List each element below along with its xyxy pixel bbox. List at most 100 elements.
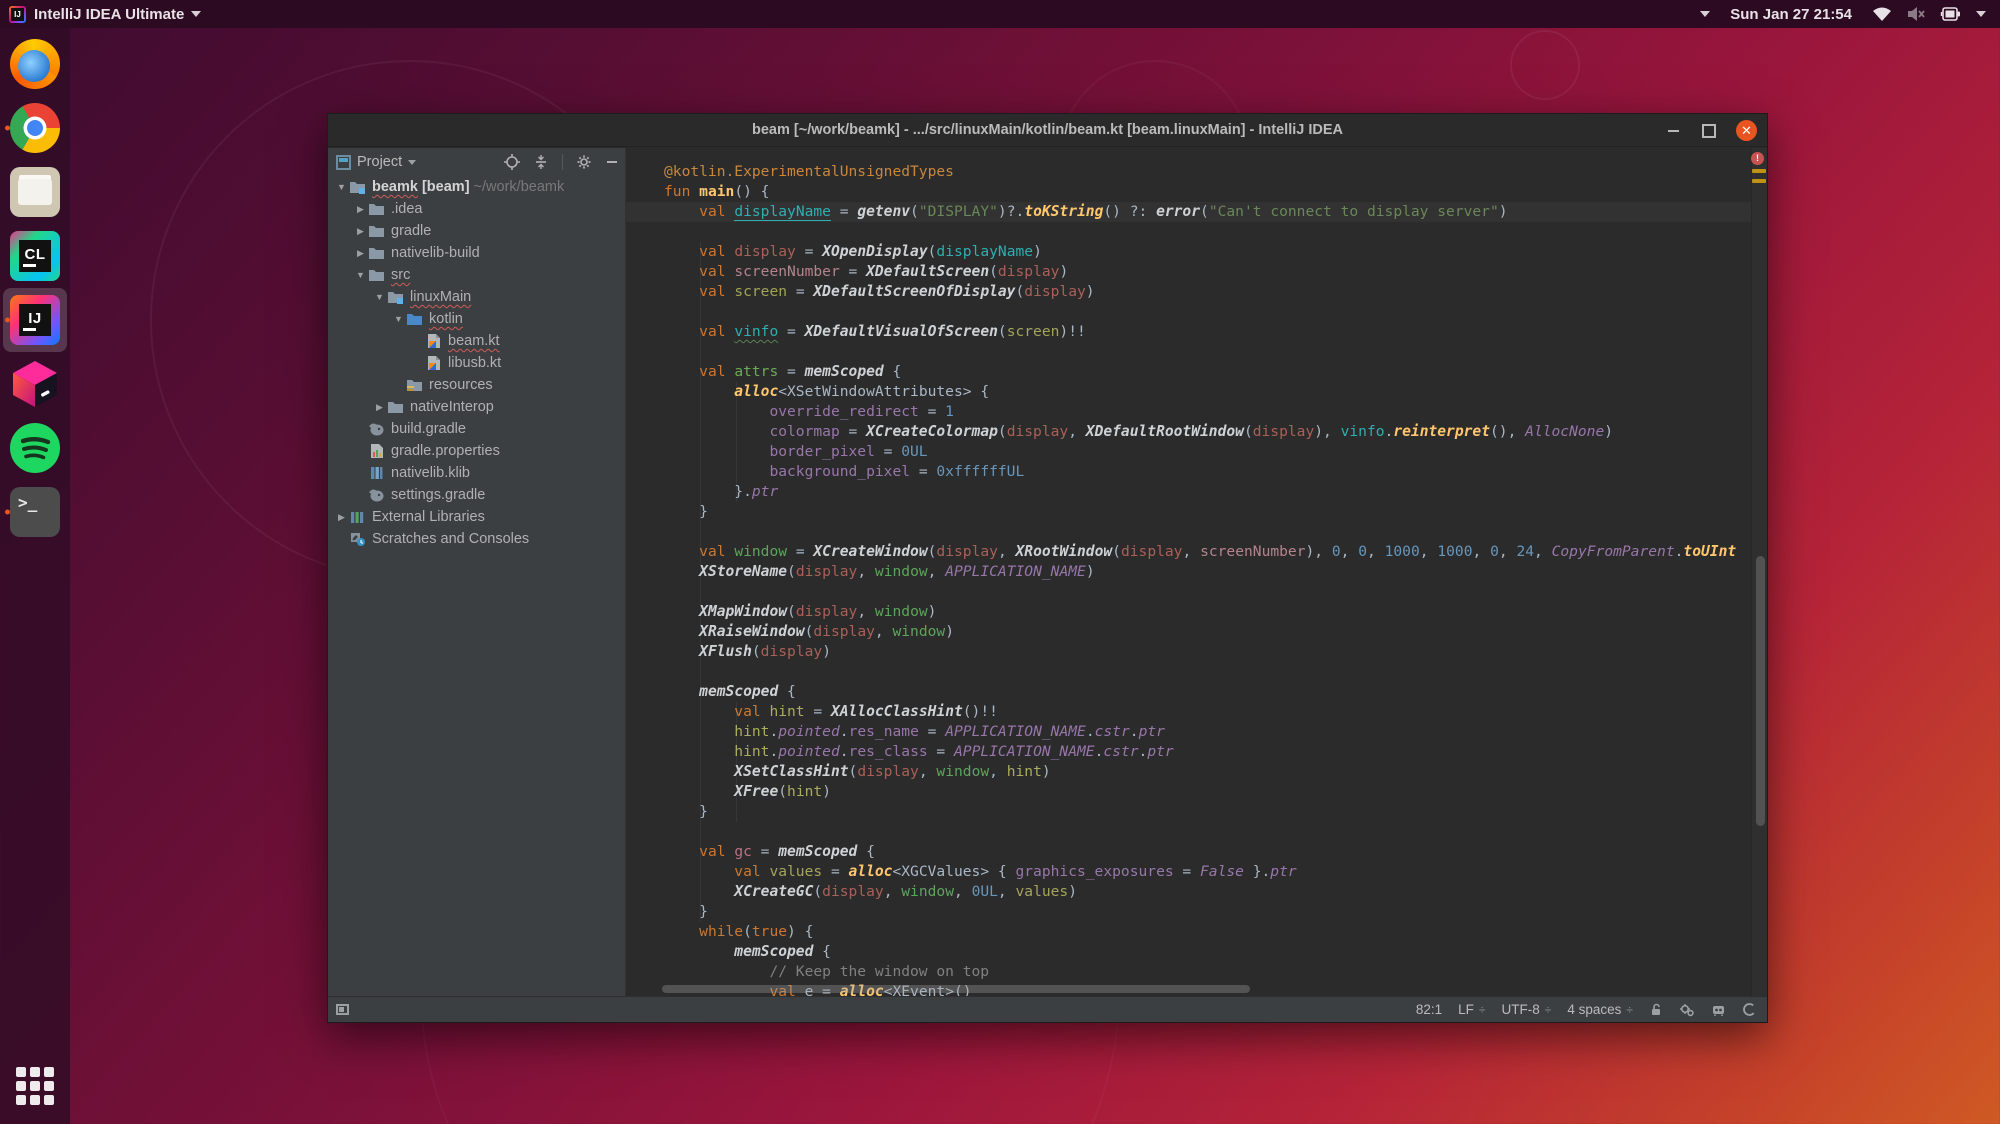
code-line-7[interactable]: val screen = XDefaultScreenOfDisplay(dis… — [626, 282, 1751, 302]
tree-chevron-icon[interactable]: ▶ — [353, 204, 368, 215]
system-clock[interactable]: Sun Jan 27 21:54 — [1730, 6, 1852, 23]
tree-chevron-icon[interactable]: ▼ — [391, 314, 406, 324]
code-line-22[interactable] — [626, 582, 1751, 602]
hide-panel-icon[interactable] — [605, 155, 619, 169]
code-line-36[interactable]: val values = alloc<XGCValues> { graphics… — [626, 862, 1751, 882]
battery-icon[interactable] — [1940, 6, 1962, 22]
tree-item-kotlin[interactable]: ▼ kotlin — [328, 308, 625, 330]
code-line-13[interactable]: override_redirect = 1 — [626, 402, 1751, 422]
code-line-41[interactable]: // Keep the window on top — [626, 962, 1751, 982]
minimize-button[interactable] — [1664, 122, 1682, 140]
maximize-button[interactable] — [1700, 122, 1718, 140]
code-line-4[interactable] — [626, 222, 1751, 242]
code-line-3[interactable]: val displayName = getenv("DISPLAY")?.toK… — [626, 202, 1751, 222]
close-button[interactable]: ✕ — [1736, 120, 1757, 141]
code-line-26[interactable] — [626, 662, 1751, 682]
show-applications-button[interactable] — [3, 1054, 67, 1118]
code-line-32[interactable]: XFree(hint) — [626, 782, 1751, 802]
dock-item-clion[interactable]: CL — [3, 224, 67, 288]
readonly-lock-icon[interactable] — [1649, 1003, 1663, 1017]
code-line-35[interactable]: val gc = memScoped { — [626, 842, 1751, 862]
code-line-38[interactable]: } — [626, 902, 1751, 922]
chevron-down-icon[interactable] — [1976, 11, 1986, 17]
dock-item-terminal[interactable]: >_ — [3, 480, 67, 544]
tree-chevron-icon[interactable]: ▼ — [334, 182, 349, 192]
indent-widget[interactable]: 4 spaces ÷ — [1567, 1002, 1633, 1017]
collapse-all-icon[interactable] — [533, 154, 549, 170]
gradle-sync-gears-icon[interactable] — [1679, 1003, 1695, 1017]
code-line-9[interactable]: val vinfo = XDefaultVisualOfScreen(scree… — [626, 322, 1751, 342]
tree-item-build.gradle[interactable]: build.gradle — [328, 418, 625, 440]
code-line-17[interactable]: }.ptr — [626, 482, 1751, 502]
code-line-27[interactable]: memScoped { — [626, 682, 1751, 702]
code-line-5[interactable]: val display = XOpenDisplay(displayName) — [626, 242, 1751, 262]
code-line-21[interactable]: XStoreName(display, window, APPLICATION_… — [626, 562, 1751, 582]
chevron-down-icon[interactable] — [1700, 11, 1711, 17]
code-line-10[interactable] — [626, 342, 1751, 362]
tree-item-beam.kt[interactable]: beam.kt — [328, 330, 625, 352]
dock-item-jetbrains-toolbox[interactable] — [3, 352, 67, 416]
chevron-down-icon[interactable] — [408, 159, 417, 165]
tree-item-.idea[interactable]: ▶ .idea — [328, 198, 625, 220]
code-line-31[interactable]: XSetClassHint(display, window, hint) — [626, 762, 1751, 782]
dock-item-spotify[interactable] — [3, 416, 67, 480]
tree-item-nativeinterop[interactable]: ▶ nativeInterop — [328, 396, 625, 418]
project-panel-title[interactable]: Project — [357, 154, 402, 170]
tree-item-nativelib-build[interactable]: ▶ nativelib-build — [328, 242, 625, 264]
code-line-25[interactable]: XFlush(display) — [626, 642, 1751, 662]
warning-stripe-mark[interactable] — [1752, 169, 1766, 173]
settings-gear-icon[interactable] — [576, 154, 592, 170]
code-line-23[interactable]: XMapWindow(display, window) — [626, 602, 1751, 622]
code-line-24[interactable]: XRaiseWindow(display, window) — [626, 622, 1751, 642]
code-line-33[interactable]: } — [626, 802, 1751, 822]
line-separator-widget[interactable]: LF ÷ — [1458, 1002, 1485, 1017]
window-titlebar[interactable]: beam [~/work/beamk] - .../src/linuxMain/… — [328, 114, 1767, 147]
code-line-40[interactable]: memScoped { — [626, 942, 1751, 962]
code-line-30[interactable]: hint.pointed.res_class = APPLICATION_NAM… — [626, 742, 1751, 762]
tree-chevron-icon[interactable]: ▼ — [372, 292, 387, 302]
notifications-icon[interactable] — [1742, 1002, 1757, 1017]
code-line-15[interactable]: border_pixel = 0UL — [626, 442, 1751, 462]
tree-item-gradle.properties[interactable]: gradle.properties — [328, 440, 625, 462]
dock-item-chrome[interactable] — [3, 96, 67, 160]
code-line-1[interactable]: @kotlin.ExperimentalUnsignedTypes — [626, 162, 1751, 182]
code-line-37[interactable]: XCreateGC(display, window, 0UL, values) — [626, 882, 1751, 902]
volume-muted-icon[interactable] — [1906, 6, 1926, 22]
code-line-8[interactable] — [626, 302, 1751, 322]
locate-file-icon[interactable] — [504, 154, 520, 170]
code-line-12[interactable]: alloc<XSetWindowAttributes> { — [626, 382, 1751, 402]
tree-item-src[interactable]: ▼ src — [328, 264, 625, 286]
code-line-29[interactable]: hint.pointed.res_name = APPLICATION_NAME… — [626, 722, 1751, 742]
dock-item-files[interactable] — [3, 160, 67, 224]
tree-chevron-icon[interactable]: ▶ — [334, 512, 349, 523]
code-line-39[interactable]: while(true) { — [626, 922, 1751, 942]
error-indicator-badge[interactable]: ! — [1751, 152, 1764, 165]
tree-chevron-icon[interactable]: ▶ — [353, 226, 368, 237]
vertical-scrollbar[interactable] — [1756, 556, 1765, 826]
error-stripe[interactable]: ! — [1751, 148, 1767, 996]
horizontal-scrollbar[interactable] — [662, 985, 1250, 993]
tree-item-resources[interactable]: resources — [328, 374, 625, 396]
encoding-widget[interactable]: UTF-8 ÷ — [1502, 1002, 1552, 1017]
tree-chevron-icon[interactable]: ▼ — [353, 270, 368, 280]
tree-item-settings.gradle[interactable]: settings.gradle — [328, 484, 625, 506]
tree-item-nativelib.klib[interactable]: nativelib.klib — [328, 462, 625, 484]
code-line-16[interactable]: background_pixel = 0xffffffUL — [626, 462, 1751, 482]
code-line-34[interactable] — [626, 822, 1751, 842]
warning-stripe-mark[interactable] — [1752, 179, 1766, 183]
tree-chevron-icon[interactable]: ▶ — [353, 248, 368, 259]
tree-item-linuxmain[interactable]: ▼ linuxMain — [328, 286, 625, 308]
dock-item-firefox[interactable] — [3, 32, 67, 96]
tree-item-gradle[interactable]: ▶ gradle — [328, 220, 625, 242]
tree-item-external-libraries[interactable]: ▶ External Libraries — [328, 506, 625, 528]
code-line-19[interactable] — [626, 522, 1751, 542]
code-line-14[interactable]: colormap = XCreateColormap(display, XDef… — [626, 422, 1751, 442]
code-line-20[interactable]: val window = XCreateWindow(display, XRoo… — [626, 542, 1751, 562]
daemon-status-icon[interactable] — [1711, 1003, 1726, 1017]
tree-chevron-icon[interactable]: ▶ — [372, 402, 387, 413]
code-editor[interactable]: @kotlin.ExperimentalUnsignedTypes fun mai… — [626, 148, 1767, 996]
toolwindow-switcher-icon[interactable] — [336, 1004, 349, 1015]
code-line-28[interactable]: val hint = XAllocClassHint()!! — [626, 702, 1751, 722]
active-app-menu[interactable]: IntelliJ IDEA Ultimate — [34, 6, 184, 23]
tree-item-libusb.kt[interactable]: libusb.kt — [328, 352, 625, 374]
